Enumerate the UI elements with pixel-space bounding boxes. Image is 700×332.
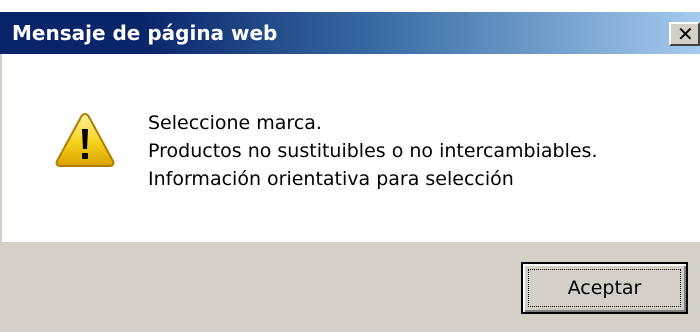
message-line-1: Seleccione marca.: [148, 112, 322, 134]
window-top-edge: [0, 0, 700, 12]
ok-button-label: Aceptar: [567, 277, 642, 299]
warning-icon: [55, 112, 115, 167]
message-line-3: Información orientativa para selección: [148, 168, 514, 190]
close-icon: ✕: [677, 22, 694, 46]
button-bar: Aceptar: [0, 242, 700, 332]
message-line-2: Productos no sustituibles o no intercamb…: [148, 140, 598, 162]
ok-button[interactable]: Aceptar: [521, 262, 688, 314]
close-button[interactable]: ✕: [669, 22, 700, 46]
message-text: Seleccione marca. Productos no sustituib…: [148, 109, 598, 193]
dialog-body: Seleccione marca. Productos no sustituib…: [0, 54, 700, 242]
dialog-title: Mensaje de página web: [12, 21, 278, 45]
title-bar[interactable]: Mensaje de página web: [0, 12, 700, 54]
message-dialog: Mensaje de página web ✕ Seleccione marca…: [0, 0, 700, 332]
